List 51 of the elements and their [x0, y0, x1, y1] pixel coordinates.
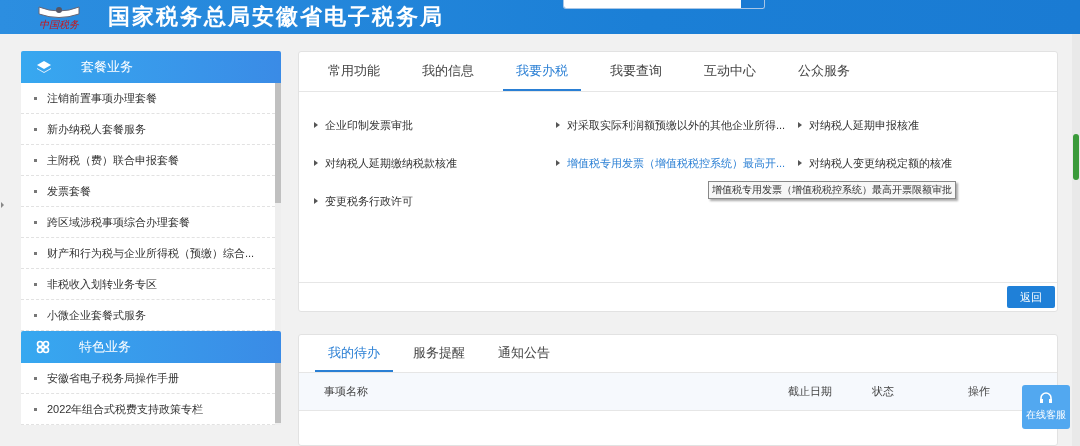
site-title: 国家税务总局安徽省电子税务局 — [108, 3, 444, 31]
task-link[interactable]: 变更税务行政许可 — [314, 192, 556, 210]
triangle-icon — [314, 122, 318, 128]
triangle-icon — [556, 122, 560, 128]
tab[interactable]: 我要办税 — [503, 52, 581, 91]
tab[interactable]: 互动中心 — [691, 52, 769, 91]
tab[interactable]: 公众服务 — [785, 52, 863, 91]
back-button[interactable]: 返回 — [1007, 286, 1055, 309]
task-link[interactable]: 对纳税人变更纳税定额的核准 — [798, 154, 1038, 172]
triangle-icon — [314, 160, 318, 166]
triangle-icon — [798, 160, 802, 166]
tab[interactable]: 我要查询 — [597, 52, 675, 91]
bullet-icon — [34, 220, 37, 224]
tab[interactable]: 通知公告 — [485, 335, 563, 373]
bullet-icon — [34, 376, 37, 380]
triangle-icon — [556, 160, 560, 166]
scrollbar[interactable] — [275, 83, 281, 331]
bullet-icon — [34, 158, 37, 162]
section-title: 特色业务 — [79, 338, 131, 356]
task-link[interactable]: 企业印制发票审批 — [314, 116, 556, 134]
bullet-icon — [34, 96, 37, 100]
column-header: 截止日期 — [788, 384, 833, 400]
search-field[interactable] — [563, 0, 765, 9]
task-link[interactable]: 对纳税人延期申报核准 — [798, 116, 1038, 134]
tab[interactable]: 常用功能 — [315, 52, 393, 91]
clover-icon — [36, 340, 50, 354]
scrollbar[interactable] — [275, 363, 281, 425]
layers-icon — [36, 60, 52, 74]
triangle-icon — [314, 198, 318, 204]
headset-icon — [1039, 392, 1053, 405]
column-header: 事项名称 — [324, 384, 369, 400]
tab[interactable]: 服务提醒 — [400, 335, 478, 373]
page-scrollbar[interactable] — [1072, 34, 1080, 446]
task-link[interactable]: 对纳税人延期缴纳税款核准 — [314, 154, 556, 172]
task-link[interactable]: 增值税专用发票（增值税税控系统）最高开... — [556, 154, 798, 172]
tooltip: 增值税专用发票（增值税税控系统）最高开票限额审批 — [708, 181, 956, 199]
bullet-icon — [34, 282, 37, 286]
triangle-icon — [798, 122, 802, 128]
section-title: 套餐业务 — [81, 58, 133, 76]
triangle-icon[interactable] — [1, 202, 4, 208]
bullet-icon — [34, 313, 37, 317]
column-header: 状态 — [872, 384, 895, 400]
bullet-icon — [34, 127, 37, 131]
task-link[interactable]: 对采取实际利润额预缴以外的其他企业所得... — [556, 116, 798, 134]
column-header: 操作 — [968, 384, 991, 400]
bullet-icon — [34, 251, 37, 255]
tab[interactable]: 我的信息 — [409, 52, 487, 91]
book-icon — [35, 4, 83, 19]
logo-text: 中国税务 — [39, 18, 79, 30]
bullet-icon — [34, 189, 37, 193]
bullet-icon — [34, 407, 37, 411]
